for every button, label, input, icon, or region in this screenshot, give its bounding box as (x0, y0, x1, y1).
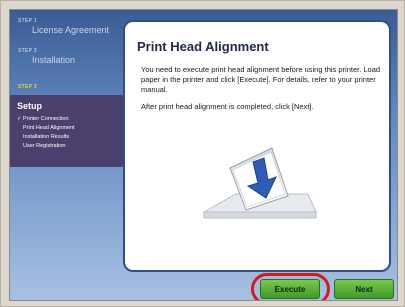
content-panel: Print Head Alignment You need to execute… (123, 20, 391, 272)
setup-step-box: Setup ✓Printer Connection Print Head Ali… (10, 95, 124, 167)
step-2-title: Installation (32, 55, 76, 65)
substep-user-registration: User Registration (23, 143, 66, 149)
step-2-tag: STEP 2 (18, 48, 37, 54)
next-instruction-text: After print head alignment is completed,… (141, 102, 314, 111)
execute-button[interactable]: Execute (260, 279, 320, 299)
step-1-tag: STEP 1 (18, 18, 37, 24)
substep-printer-connection: ✓Printer Connection (17, 116, 69, 122)
substep-print-head-alignment: Print Head Alignment (23, 125, 75, 131)
substep-installation-results: Installation Results (23, 134, 70, 140)
installer-window-frame: STEP 1 License Agreement STEP 2 Installa… (0, 0, 405, 307)
printer-paper-illustration (202, 147, 317, 219)
installer-window: STEP 1 License Agreement STEP 2 Installa… (9, 9, 398, 301)
page-title: Print Head Alignment (137, 39, 269, 54)
step-1-title: License Agreement (32, 25, 110, 35)
instruction-text: You need to execute print head alignment… (141, 65, 381, 94)
step-3-title: Setup (17, 101, 43, 111)
step-3-tag: STEP 3 (18, 84, 37, 90)
next-button[interactable]: Next (334, 279, 394, 299)
setup-substeps: ✓Printer Connection Print Head Alignment… (17, 115, 75, 151)
step-sidebar: STEP 1 License Agreement STEP 2 Installa… (10, 10, 125, 300)
